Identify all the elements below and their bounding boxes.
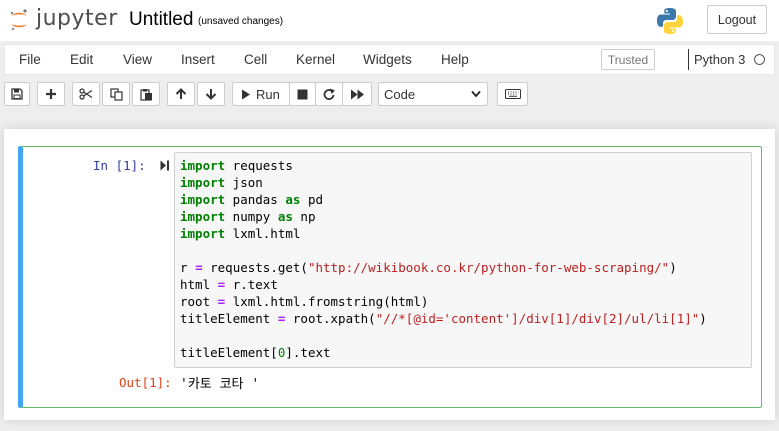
toolbar: Run Code xyxy=(0,80,779,110)
move-down-button[interactable] xyxy=(197,82,225,106)
move-up-icon xyxy=(175,88,187,99)
code-token: numpy xyxy=(225,209,278,224)
cut-button[interactable] xyxy=(72,82,100,106)
menu-view[interactable]: View xyxy=(123,52,152,67)
menu-help[interactable]: Help xyxy=(441,52,469,67)
restart-icon xyxy=(323,88,335,100)
output-prompt: Out[1]: xyxy=(119,375,172,390)
run-cell-icon[interactable] xyxy=(160,160,170,171)
fast-forward-icon xyxy=(350,89,364,99)
keyboard-icon xyxy=(504,89,521,99)
kernel-name: Python 3 xyxy=(694,52,746,67)
code-token: root.xpath( xyxy=(285,311,376,326)
code-cell[interactable]: In [1]: import requests import json import… xyxy=(18,146,762,408)
code-line: import lxml.html xyxy=(180,225,707,242)
cell-type-value: Code xyxy=(384,86,416,102)
menu-widgets[interactable]: Widgets xyxy=(363,52,412,67)
code-line: titleElement[0].text xyxy=(180,344,707,361)
menu-file[interactable]: File xyxy=(19,52,41,67)
code-line: html = r.text xyxy=(180,276,707,293)
menu-cell[interactable]: Cell xyxy=(244,52,267,67)
code-line: import requests xyxy=(180,157,707,174)
code-line: import numpy as np xyxy=(180,208,707,225)
code-token: pandas xyxy=(225,192,286,207)
logo-text: jupyter xyxy=(36,5,118,31)
code-token: root xyxy=(180,294,218,309)
code-token: titleElement xyxy=(180,311,278,326)
logout-button[interactable]: Logout xyxy=(707,5,767,34)
code-token: as xyxy=(285,192,301,207)
notebook-container: In [1]: import requests import json import… xyxy=(4,129,775,420)
code-token: requests xyxy=(225,158,293,173)
interrupt-icon xyxy=(297,89,308,99)
run-label: Run xyxy=(256,86,280,102)
run-button[interactable]: Run xyxy=(232,82,290,106)
code-token: requests.get( xyxy=(202,260,308,275)
code-token: "http://wikibook.co.kr/python-for-web-sc… xyxy=(307,260,670,275)
chevron-down-icon xyxy=(471,90,481,98)
header: jupyter Untitled (unsaved changes) Logou… xyxy=(0,0,779,41)
move-up-button[interactable] xyxy=(167,82,195,106)
paste-button[interactable] xyxy=(132,82,160,106)
code-token: import xyxy=(180,209,226,224)
code-token: lxml.html.fromstring(html) xyxy=(225,294,429,309)
code-line: import pandas as pd xyxy=(180,191,707,208)
restart-button[interactable] xyxy=(315,82,343,106)
save-icon xyxy=(11,88,23,100)
cut-icon xyxy=(79,88,93,100)
code-token: import xyxy=(180,175,226,190)
paste-icon xyxy=(139,88,152,101)
code-token: pd xyxy=(300,192,324,207)
trusted-indicator[interactable]: Trusted xyxy=(601,49,655,70)
input-prompt: In [1]: xyxy=(93,158,146,173)
code-token: ].text xyxy=(285,345,331,360)
cell-type-select[interactable]: Code xyxy=(378,82,488,106)
jupyter-logo[interactable]: jupyter xyxy=(8,6,118,34)
code-editor[interactable]: import requests import json import pandas … xyxy=(174,152,752,368)
code-text[interactable]: import requests import json import pandas … xyxy=(180,157,707,361)
code-token: r xyxy=(180,260,196,275)
output-text: '카토 코타 ' xyxy=(180,377,260,392)
code-token: import xyxy=(180,158,226,173)
command-palette-button[interactable] xyxy=(497,82,528,106)
code-token: = xyxy=(195,260,203,275)
run-icon xyxy=(242,89,250,99)
interrupt-button[interactable] xyxy=(289,82,316,106)
code-line: root = lxml.html.fromstring(html) xyxy=(180,293,707,310)
code-token: html xyxy=(180,277,218,292)
kernel-idle-icon xyxy=(754,54,765,65)
code-token: r.text xyxy=(225,277,278,292)
code-line: import json xyxy=(180,174,707,191)
code-token: import xyxy=(180,226,226,241)
jupyter-logo-icon xyxy=(10,9,27,31)
code-token: lxml.html xyxy=(225,226,301,241)
code-token: ) xyxy=(669,260,677,275)
menu-edit[interactable]: Edit xyxy=(70,52,93,67)
code-token: ) xyxy=(699,311,707,326)
menu-insert[interactable]: Insert xyxy=(181,52,215,67)
code-token: "//*[@id='content']/div[1]/div[2]/ul/li[… xyxy=(375,311,700,326)
restart-run-all-button[interactable] xyxy=(342,82,372,106)
code-line: r = requests.get("http://wikibook.co.kr/… xyxy=(180,259,707,276)
menu-kernel[interactable]: Kernel xyxy=(296,52,335,67)
code-token: np xyxy=(292,209,316,224)
code-token: as xyxy=(277,209,293,224)
code-token: titleElement[ xyxy=(180,345,278,360)
copy-icon xyxy=(109,87,123,101)
code-token: json xyxy=(225,175,263,190)
code-line: titleElement = root.xpath("//*[@id='cont… xyxy=(180,310,707,327)
code-token: import xyxy=(180,192,226,207)
kernel-divider xyxy=(688,49,689,70)
save-button[interactable] xyxy=(4,82,30,106)
python-logo-icon xyxy=(657,8,683,34)
notebook-title[interactable]: Untitled xyxy=(129,9,193,31)
save-status: (unsaved changes) xyxy=(198,16,284,27)
menubar: File Edit View Insert Cell Kernel Widget… xyxy=(4,44,775,75)
add-icon xyxy=(46,89,56,99)
move-down-icon xyxy=(205,89,217,100)
insert-cell-button[interactable] xyxy=(37,82,65,106)
copy-button[interactable] xyxy=(102,82,130,106)
